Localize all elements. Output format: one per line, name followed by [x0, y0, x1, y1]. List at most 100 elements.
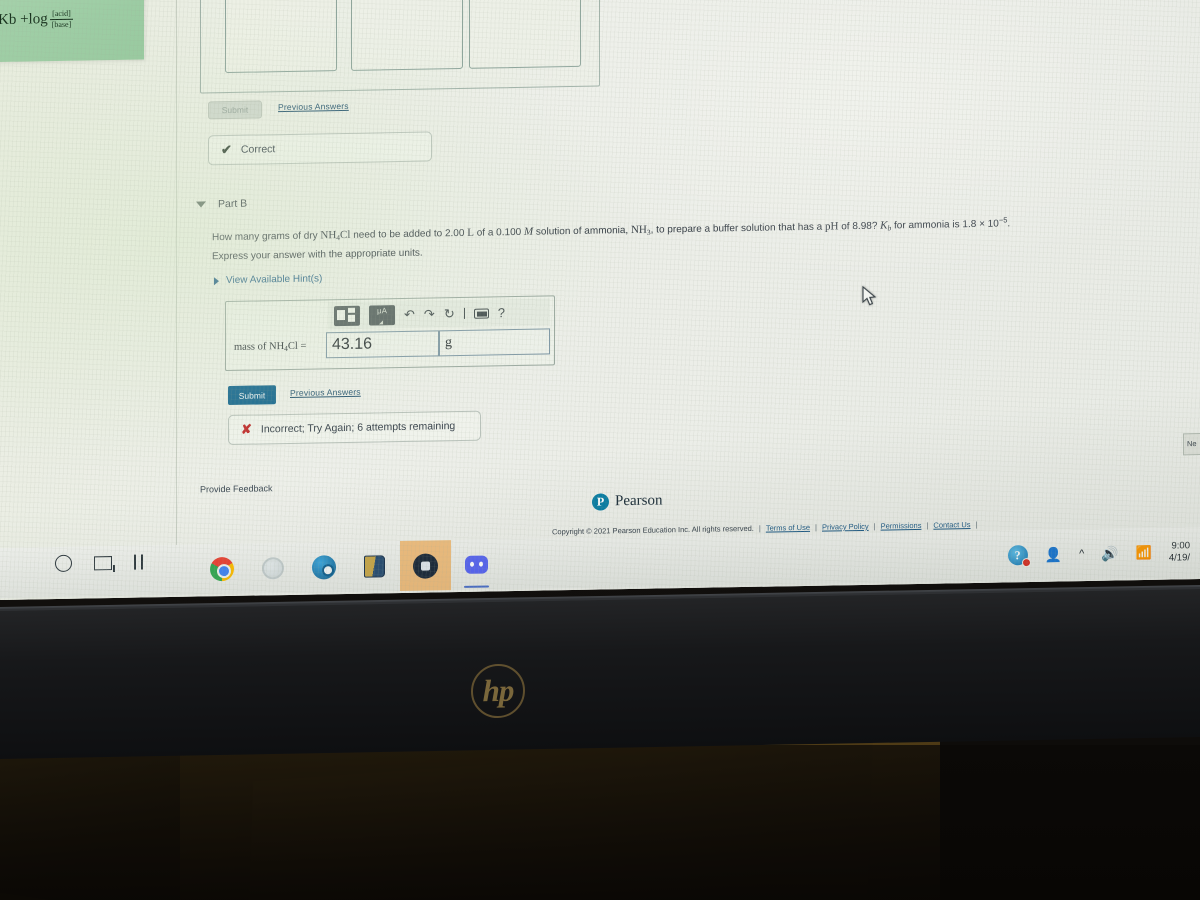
answer-field-label: mass of NH4Cl =	[234, 341, 306, 354]
taskbar-app-discord[interactable]	[451, 539, 502, 590]
units-icon[interactable]: μA	[369, 304, 395, 326]
q-seg-3: of a 0.100	[473, 226, 524, 239]
privacy-policy-link[interactable]: Privacy Policy	[822, 522, 869, 532]
template-icon[interactable]	[334, 305, 360, 326]
keyboard-icon[interactable]	[473, 307, 489, 319]
sep-1: |	[758, 523, 761, 533]
bin-2[interactable]: similar to [acetic acid]	[351, 0, 463, 71]
part-a-feedback-correct: ✔ Correct	[208, 131, 432, 166]
speaker-icon[interactable]: 🔊	[1101, 545, 1118, 562]
app-icon	[413, 552, 438, 579]
book-icon	[364, 555, 385, 578]
reset-icon[interactable]: ↻	[444, 306, 455, 321]
answer-widget: μA ↶ ↷ ↻ ? mass of NH4Cl =	[225, 295, 555, 372]
edge-notification-stub[interactable]: Ne	[1183, 432, 1200, 456]
answer-value-input[interactable]	[326, 330, 439, 359]
part-b-header[interactable]: Part B	[196, 198, 247, 211]
q-formula-cl: Cl	[340, 228, 351, 242]
desk-shadow	[0, 745, 1200, 900]
notification-badge	[1021, 558, 1031, 568]
pause-icon[interactable]	[134, 554, 143, 570]
help-icon[interactable]: ?	[498, 305, 505, 320]
taskbar-system-buttons	[55, 554, 143, 573]
fraction-denominator: [base]	[51, 19, 72, 30]
people-icon[interactable]: 👤	[1045, 546, 1062, 563]
view-hints-label: View Available Hint(s)	[226, 273, 323, 287]
bin-1[interactable]: greater than [acetate]	[225, 0, 337, 74]
answer-units-input[interactable]	[439, 328, 550, 357]
clock[interactable]: 9:00 4/19/	[1169, 540, 1190, 564]
terms-of-use-link[interactable]: Terms of Use	[766, 523, 810, 533]
edge-icon	[261, 557, 284, 580]
taskbar-app-darkapp[interactable]	[400, 540, 451, 592]
pearson-logo: P Pearson	[592, 492, 663, 511]
sep-2: |	[815, 522, 817, 532]
provide-feedback-link[interactable]: Provide Feedback	[200, 483, 273, 494]
answer-toolbar: μA ↶ ↷ ↻ ?	[328, 298, 550, 330]
view-hints-link[interactable]: View Available Hint(s)	[214, 273, 322, 286]
hint-equation-fraction: [acid] [base]	[49, 8, 74, 30]
discord-icon	[465, 555, 488, 574]
cortana-icon[interactable]	[55, 554, 72, 573]
taskbar-app-book[interactable]	[349, 541, 400, 592]
chevron-right-icon	[214, 276, 219, 285]
part-b-submit-button[interactable]: Submit	[228, 385, 276, 406]
system-tray: ? 👤 ^ 🔊 📶 9:00 4/19/	[1007, 527, 1200, 580]
help-tray-icon[interactable]: ?	[1007, 545, 1031, 568]
q-seg-1: How many grams of dry	[212, 230, 321, 244]
q-seg-7: for ammonia is 1.8 × 10	[891, 218, 999, 232]
permissions-link[interactable]: Permissions	[881, 521, 922, 531]
mastering-chemistry-page: greater than [acetate] similar to [aceti…	[0, 0, 1200, 592]
active-underline	[464, 584, 489, 588]
part-a-submit-button: Submit	[208, 100, 262, 120]
hint-note-equation: Kb +log [acid] [base]	[0, 8, 136, 31]
clock-date: 4/19/	[1168, 552, 1190, 564]
part-a-feedback-text: Correct	[240, 143, 276, 156]
hint-note-overlay: OH and pKb is similar: Kb +log [acid] [b…	[0, 0, 144, 63]
q-seg-5: , to prepare a buffer solution that has …	[650, 221, 825, 236]
q-seg-2: need to be added to 2.00	[350, 227, 468, 241]
redo-icon[interactable]: ↷	[424, 306, 435, 321]
chevron-down-icon[interactable]	[196, 201, 206, 208]
answer-label-prefix: mass of NH	[234, 341, 285, 353]
q-seg-4: solution of ammonia,	[533, 224, 631, 238]
q-ph: pH	[825, 220, 839, 233]
task-view-icon[interactable]	[94, 555, 112, 570]
part-b-question-text: How many grams of dry NH4Cl need to be a…	[212, 211, 1082, 248]
part-b-feedback-text: Incorrect; Try Again; 6 attempts remaini…	[260, 420, 456, 436]
taskbar-app-steam[interactable]	[298, 542, 349, 593]
sep-5: |	[975, 519, 978, 529]
taskbar-app-chrome[interactable]	[196, 544, 247, 595]
q-unit-liter: L	[467, 226, 474, 239]
part-b-previous-answers-link[interactable]: Previous Answers	[290, 387, 361, 398]
q-seg-8: .	[1007, 218, 1011, 230]
part-b-feedback-incorrect: ✘ Incorrect; Try Again; 6 attempts remai…	[228, 410, 481, 446]
bin-3[interactable]: greater than [acetic acid]	[469, 0, 581, 69]
q-unit-molar: M	[523, 225, 534, 238]
fraction-numerator: [acid]	[49, 8, 74, 21]
part-b-instruction: Express your answer with the appropriate…	[212, 247, 423, 263]
sep-3: |	[873, 521, 876, 531]
monitor-bezel	[0, 586, 1200, 760]
undo-icon[interactable]: ↶	[404, 307, 415, 322]
taskbar-app-buttons	[196, 539, 502, 594]
screenshot-stage: greater than [acetate] similar to [aceti…	[0, 0, 1200, 900]
part-a-answer-bins: greater than [acetate] similar to [aceti…	[200, 0, 600, 94]
steam-icon	[311, 555, 336, 580]
q-formula-nh4: NH	[320, 229, 337, 242]
contact-us-link[interactable]: Contact Us	[933, 520, 970, 530]
sep-4: |	[926, 520, 929, 530]
part-a-previous-answers-link[interactable]: Previous Answers	[278, 101, 349, 112]
taskbar-app-edge[interactable]	[247, 543, 298, 594]
pearson-mark-icon: P	[592, 493, 609, 511]
q-kb: K	[880, 219, 888, 232]
content-divider	[176, 0, 177, 549]
hint-equation-prefix: Kb +log	[0, 11, 48, 29]
wifi-icon[interactable]: 📶	[1136, 545, 1152, 561]
chrome-icon	[209, 556, 234, 582]
clock-time: 9:00	[1171, 540, 1191, 552]
q-formula-nh3: NH	[630, 223, 647, 236]
divider-icon	[463, 307, 465, 319]
chevron-up-icon[interactable]: ^	[1079, 548, 1084, 560]
part-b-title: Part B	[218, 197, 248, 211]
